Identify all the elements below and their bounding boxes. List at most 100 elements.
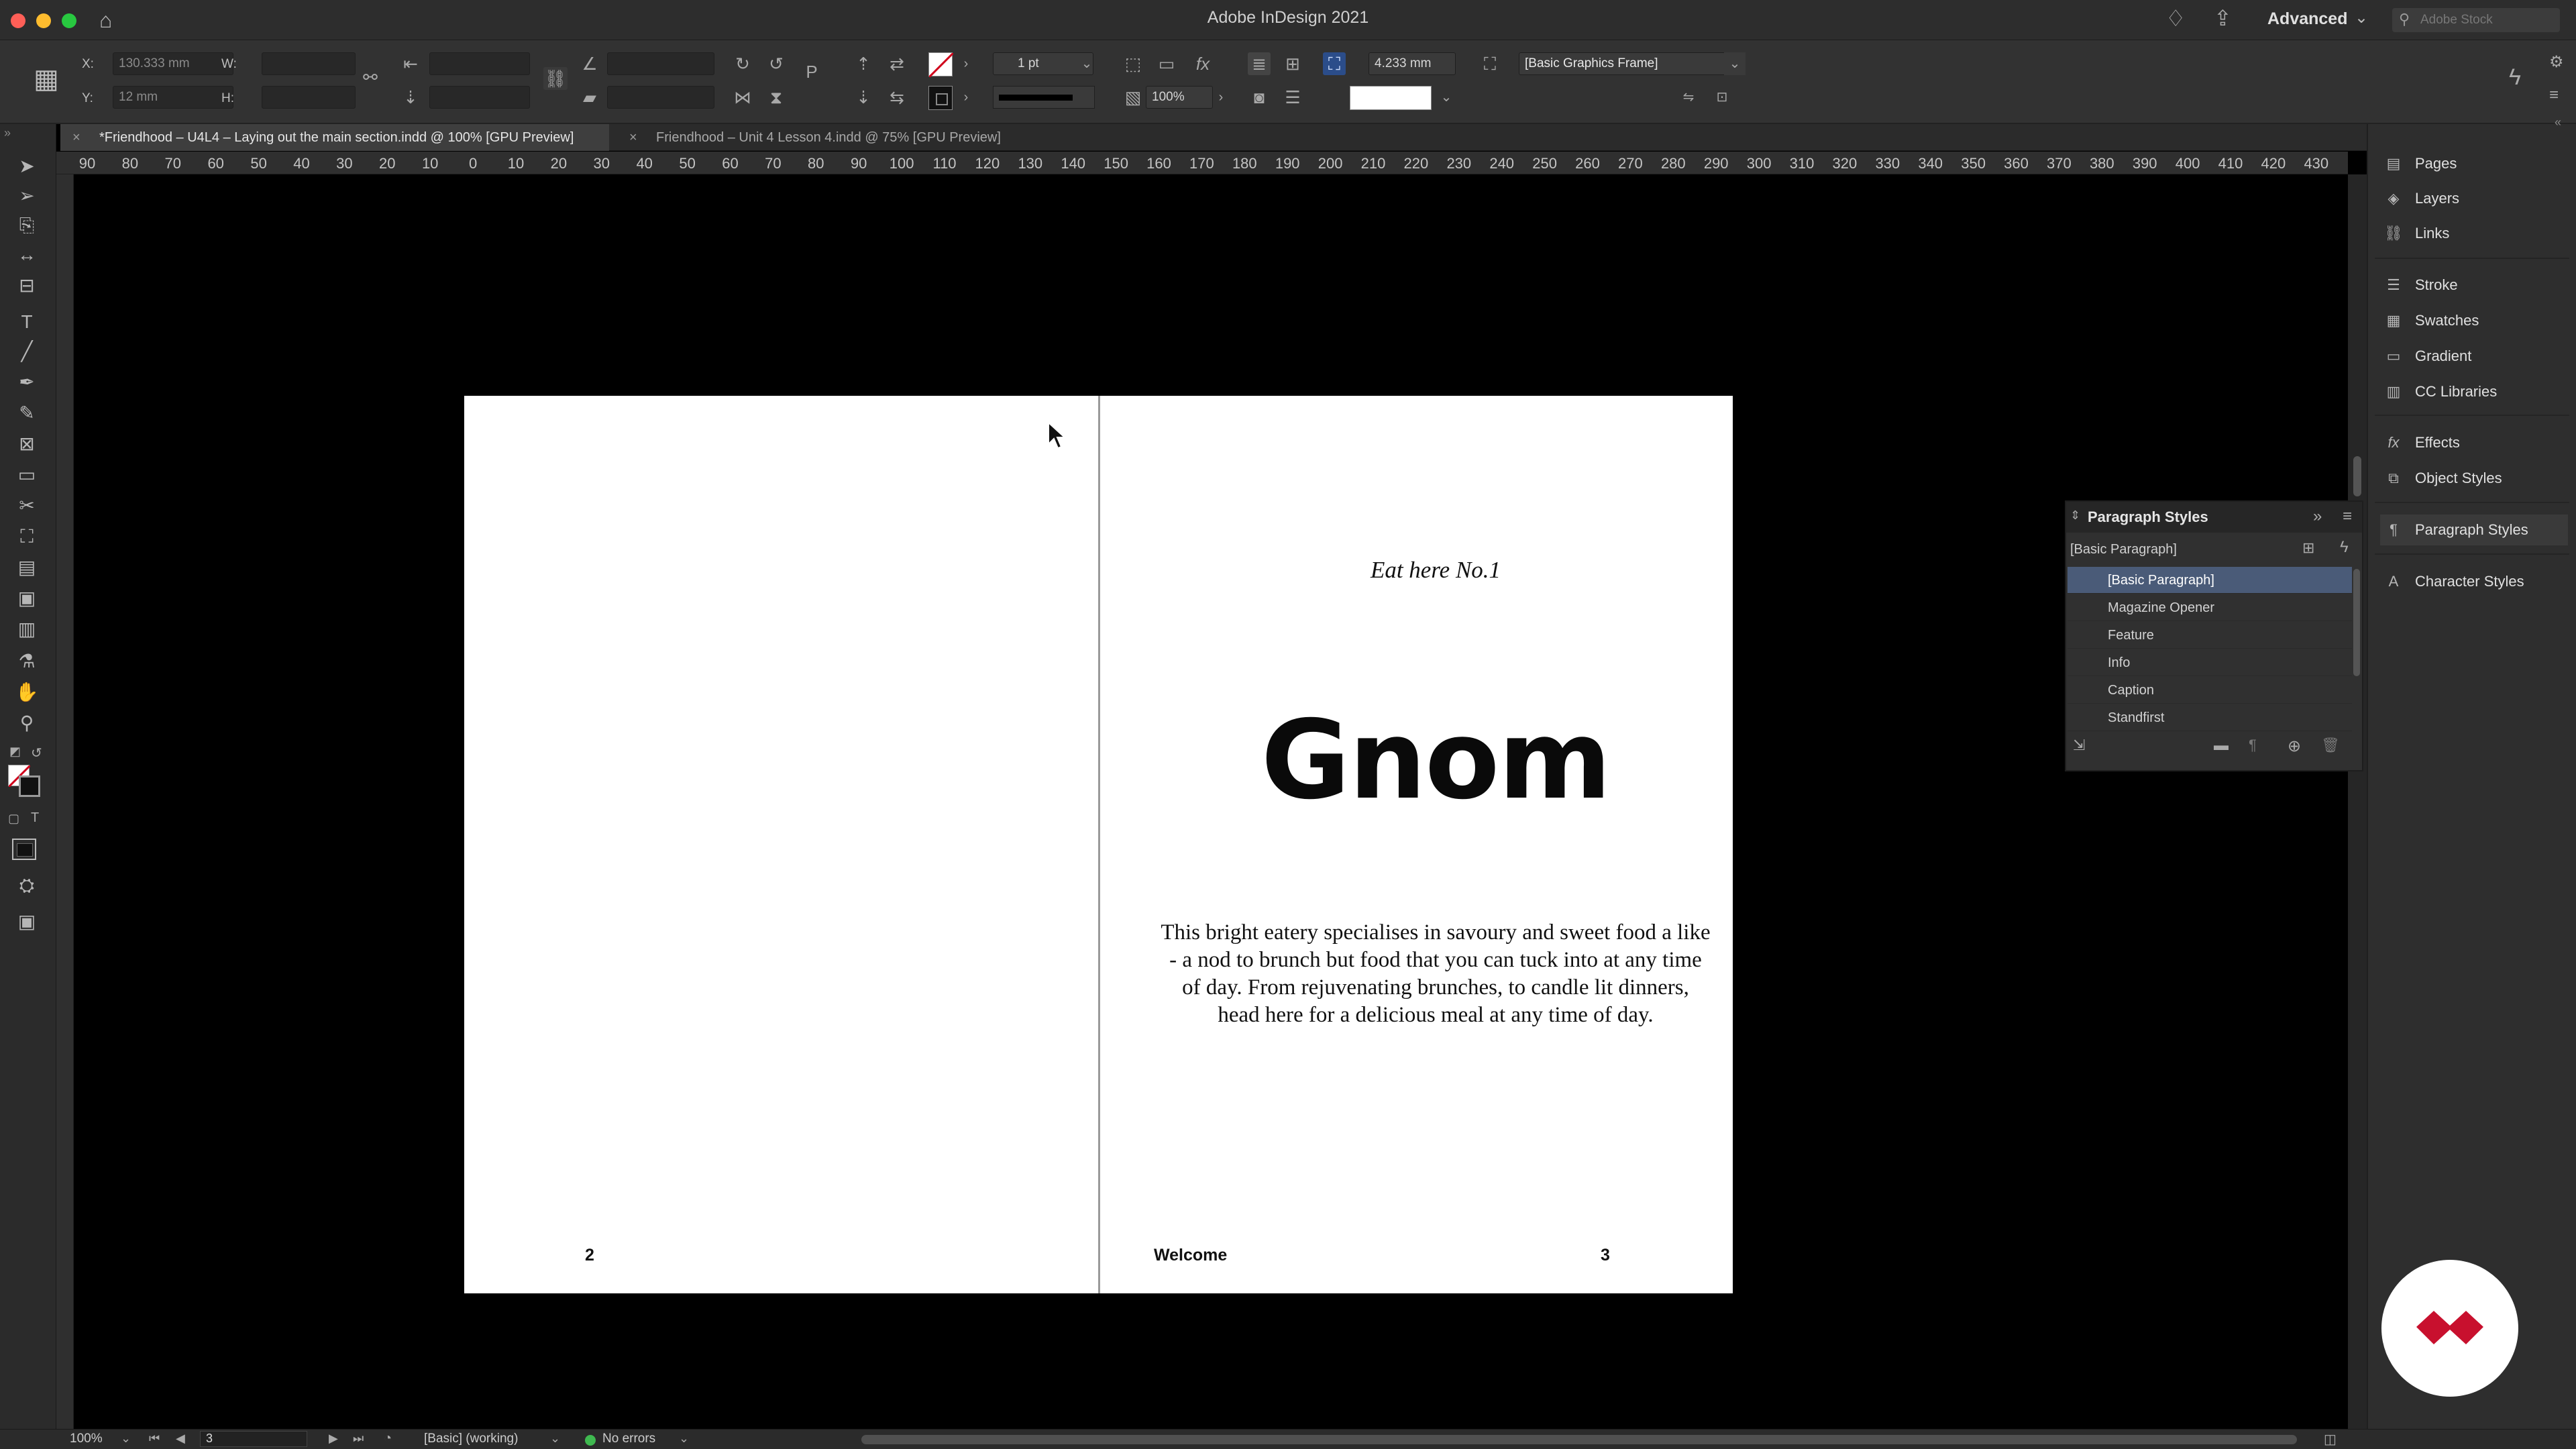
opacity-field[interactable]: 100% [1146,86,1213,109]
quick-apply-icon[interactable]: ϟ [2340,538,2349,557]
share-icon[interactable]: ⇪ [2214,5,2232,31]
profile-dropdown-icon[interactable]: ⌄ [550,1432,560,1446]
dock-item-stroke[interactable]: ☰ Stroke [2380,270,2568,301]
height-field[interactable] [262,86,356,109]
left-page[interactable] [464,396,1099,1293]
previous-page-icon[interactable]: ◀ [176,1432,185,1446]
pen-tool-icon[interactable]: ✒ [7,369,47,396]
lightning-icon[interactable]: ϟ [2509,64,2521,91]
dock-item-gradient[interactable]: ▭ Gradient [2380,341,2568,372]
left-page-number[interactable]: 2 [585,1246,594,1265]
panel-menu-icon[interactable]: ≡ [2343,507,2352,526]
panel-collapse-icon[interactable]: » [2313,507,2322,526]
hand-tool-icon[interactable]: ✋ [7,679,47,706]
wrap-bounding-icon[interactable]: ⊞ [1281,52,1304,75]
free-transform-tool-icon[interactable]: ⛶ [7,523,47,550]
dock-item-pages[interactable]: ▤ Pages [2380,148,2568,179]
direct-selection-tool-icon[interactable]: ➢ [7,182,47,209]
scissors-tool-icon[interactable]: ✂ [7,492,47,519]
dock-item-object-styles[interactable]: ⧉ Object Styles [2380,463,2568,494]
rectangle-tool-icon[interactable]: ▭ [7,462,47,488]
minimize-window-button[interactable] [36,13,51,28]
home-icon[interactable]: ⌂ [99,8,112,33]
article-headline[interactable]: Gnom [1100,698,1771,824]
select-content-icon[interactable]: ⇣ [852,86,875,109]
zoom-tool-icon[interactable]: ⚲ [7,710,47,737]
object-style-select[interactable]: [Basic Graphics Frame] [1519,52,1725,75]
close-tab-icon[interactable]: × [629,124,637,151]
close-window-button[interactable] [11,13,25,28]
rotate-cw-icon[interactable]: ↻ [731,52,754,75]
wrap-shape-icon[interactable]: ◙ [1248,86,1271,109]
rotate-ccw-icon[interactable]: ↺ [765,52,788,75]
first-page-icon[interactable]: ⏮ [149,1432,160,1446]
styles-list-scroll-thumb[interactable] [2353,569,2360,676]
collapse-tools-icon[interactable]: » [4,126,11,140]
scale-x-icon[interactable]: ⇤ [399,52,422,75]
dock-item-cc-libraries[interactable]: ▥ CC Libraries [2380,376,2568,407]
zoom-level[interactable]: 100% [70,1432,103,1446]
type-tool-icon[interactable]: T [7,309,47,335]
preflight-dropdown-icon[interactable]: ⌄ [679,1432,689,1446]
line-tool-icon[interactable]: ╱ [7,338,47,365]
workspace-switcher[interactable]: Advanced [2267,9,2347,29]
chain-link-icon[interactable]: ⛓ [543,67,568,90]
rectangle-frame-tool-icon[interactable]: ⊠ [7,431,47,458]
close-tab-icon[interactable]: × [72,124,80,151]
rotation-field[interactable] [607,52,714,75]
dock-item-links[interactable]: ⛓ Links [2380,218,2568,249]
load-styles-icon[interactable]: ⇲ [2073,737,2085,754]
next-page-icon[interactable]: ▶ [329,1432,338,1446]
offset-field[interactable]: 4.233 mm [1368,52,1456,75]
constrain-proportions-icon[interactable]: ⚯ [359,66,382,89]
flip-horizontal-icon[interactable]: ⋈ [731,86,754,109]
default-colors-icon[interactable]: ◩ [9,745,21,759]
frame-preview-swatch[interactable] [1350,86,1432,110]
article-body[interactable]: This bright eatery specialises in savour… [1161,919,1711,1029]
stroke-swatch[interactable] [928,86,953,110]
horizontal-scrollbar[interactable] [861,1435,2297,1444]
rotate-angle-icon[interactable]: ∠ [578,52,601,75]
paragraph-style-item[interactable]: Standfirst [2068,704,2352,731]
new-style-from-selection-icon[interactable]: ⊞ [2302,539,2314,557]
opacity-chevron-icon[interactable]: › [1213,86,1229,109]
page-number-field[interactable]: 3 [200,1431,307,1447]
object-style-dropdown-icon[interactable]: ⌄ [1724,52,1746,75]
fx-effects-icon[interactable]: fx [1191,52,1214,75]
dock-item-paragraph-styles[interactable]: ¶ Paragraph Styles [2380,515,2568,545]
create-new-style-icon[interactable]: ⊕ [2288,737,2301,756]
paragraph-style-item[interactable]: [Basic Paragraph] [2068,567,2352,594]
select-container-icon[interactable]: ⇡ [852,52,875,75]
zoom-dropdown-icon[interactable]: ⌄ [121,1432,131,1446]
gradient-swatch-tool-icon[interactable]: ▤ [7,554,47,581]
y-position-field[interactable]: 12 mm [113,86,233,109]
select-next-icon[interactable]: ⇆ [885,86,908,109]
reference-point-icon[interactable]: ▦ [34,64,67,97]
dock-item-effects[interactable]: fx Effects [2380,427,2568,458]
frame-fitting-icon[interactable]: ▭ [1155,52,1178,75]
x-position-field[interactable]: 130.333 mm [113,52,233,75]
opacity-icon[interactable]: ▧ [1122,86,1144,109]
scale-y-field[interactable] [429,86,530,109]
vertical-scrollbar[interactable] [2348,174,2367,1429]
screen-mode-icon[interactable]: ▣ [7,908,47,935]
object-style-icon[interactable]: ⛶ [1479,52,1501,75]
note-tool-icon[interactable]: ▥ [7,616,47,643]
vertical-scroll-thumb[interactable] [2353,456,2361,496]
section-label[interactable]: Welcome [1154,1246,1227,1265]
gap-tool-icon[interactable]: ↔ [7,241,47,268]
wrap-none-icon[interactable]: ≣ [1248,52,1271,75]
stroke-menu-chevron-icon[interactable]: › [958,86,974,109]
formatting-container-icon[interactable]: ▢ [8,812,19,826]
paragraph-style-item[interactable]: Magazine Opener [2068,594,2352,621]
view-mode-icon[interactable]: ⛭ [7,872,47,899]
flip-vertical-icon[interactable]: ⧗ [765,86,788,109]
scale-y-icon[interactable]: ⇣ [399,86,422,109]
pencil-tool-icon[interactable]: ✎ [7,400,47,427]
wrap-jump-icon[interactable]: ☰ [1281,86,1304,109]
preflight-status[interactable]: No errors [602,1432,655,1446]
width-field[interactable] [262,52,356,75]
article-kicker[interactable]: Eat here No.1 [1100,557,1771,584]
stroke-frame-icon[interactable]: ⬚ [1122,52,1144,75]
paragraph-style-item[interactable]: Info [2068,649,2352,676]
